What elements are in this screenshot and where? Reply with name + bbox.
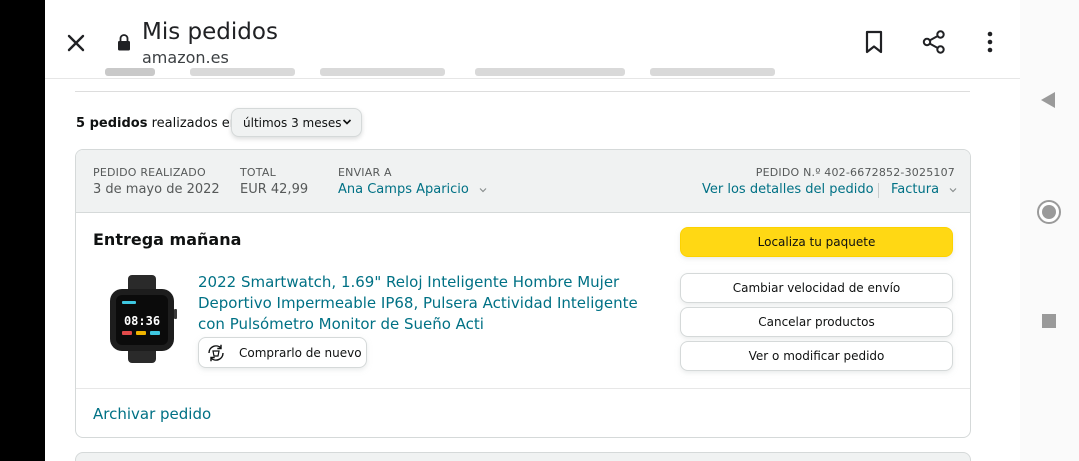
order-details-link[interactable]: Ver los detalles del pedido (702, 182, 874, 197)
recent-apps-icon[interactable] (1042, 314, 1056, 328)
time-range-value: últimos 3 meses (243, 115, 342, 130)
order-total-value: EUR 42,99 (240, 182, 309, 197)
page-url[interactable]: amazon.es (142, 48, 229, 67)
bookmark-icon[interactable] (861, 29, 887, 55)
ship-to-name: Ana Camps Aparicio (338, 182, 469, 197)
product-title-link[interactable]: 2022 Smartwatch, 1.69" Reloj Inteligente… (198, 272, 668, 335)
home-icon[interactable] (1037, 200, 1061, 224)
product-image[interactable]: 08:36 (104, 275, 180, 363)
order-card: PEDIDO REALIZADO 3 de mayo de 2022 TOTAL… (75, 149, 971, 438)
buy-again-label: Comprarlo de nuevo (239, 345, 362, 360)
more-vert-icon[interactable] (977, 29, 1003, 55)
order-total-label: TOTAL (240, 166, 276, 179)
cancel-items-button[interactable]: Cancelar productos (680, 307, 953, 337)
back-icon[interactable] (1040, 91, 1056, 109)
order-footer: Archivar pedido (76, 388, 970, 437)
tab-digital[interactable] (475, 68, 625, 76)
chevron-down-icon (479, 187, 487, 192)
divider (878, 183, 879, 198)
page-title: Mis pedidos (142, 19, 278, 45)
orders-count-number: 5 pedidos (76, 115, 148, 131)
chevron-down-icon (342, 119, 352, 125)
tab-not-shipped[interactable] (320, 68, 445, 76)
next-order-card (75, 452, 971, 461)
tab-orders[interactable] (105, 68, 155, 76)
change-shipping-speed-button[interactable]: Cambiar velocidad de envío (680, 273, 953, 303)
android-nav-bar (1020, 0, 1079, 461)
tab-buy-again[interactable] (190, 68, 295, 76)
buy-again-button[interactable]: Comprarlo de nuevo (198, 337, 367, 368)
invoice-label: Factura (891, 182, 940, 197)
order-number: PEDIDO N.º 402-6672852-3025107 (755, 166, 955, 179)
close-icon[interactable] (64, 31, 88, 55)
orders-count: 5 pedidos realizados en (76, 108, 238, 138)
orders-count-suffix: realizados en (151, 115, 238, 131)
ship-to-link[interactable]: Ana Camps Aparicio (338, 182, 487, 197)
browser-viewport: Mis pedidos amazon.es 5 pedidos realizad… (45, 0, 1020, 461)
delivery-status: Entrega mañana (93, 230, 242, 249)
invoice-link[interactable]: Factura (891, 182, 957, 197)
share-icon[interactable] (921, 29, 947, 55)
order-tabs (75, 66, 970, 92)
order-placed-value: 3 de mayo de 2022 (93, 182, 220, 197)
time-range-select[interactable]: últimos 3 meses (231, 108, 362, 137)
buy-again-icon (208, 344, 224, 362)
view-modify-order-button[interactable]: Ver o modificar pedido (680, 341, 953, 371)
lock-icon (118, 34, 130, 51)
tab-cancelled[interactable] (650, 68, 775, 76)
watch-screen-time: 08:36 (124, 314, 160, 328)
order-placed-label: PEDIDO REALIZADO (93, 166, 206, 179)
ship-to-label: ENVIAR A (338, 166, 392, 179)
order-header: PEDIDO REALIZADO 3 de mayo de 2022 TOTAL… (76, 150, 970, 213)
chevron-down-icon (949, 187, 957, 192)
archive-order-link[interactable]: Archivar pedido (93, 405, 211, 423)
track-package-button[interactable]: Localiza tu paquete (680, 227, 953, 257)
